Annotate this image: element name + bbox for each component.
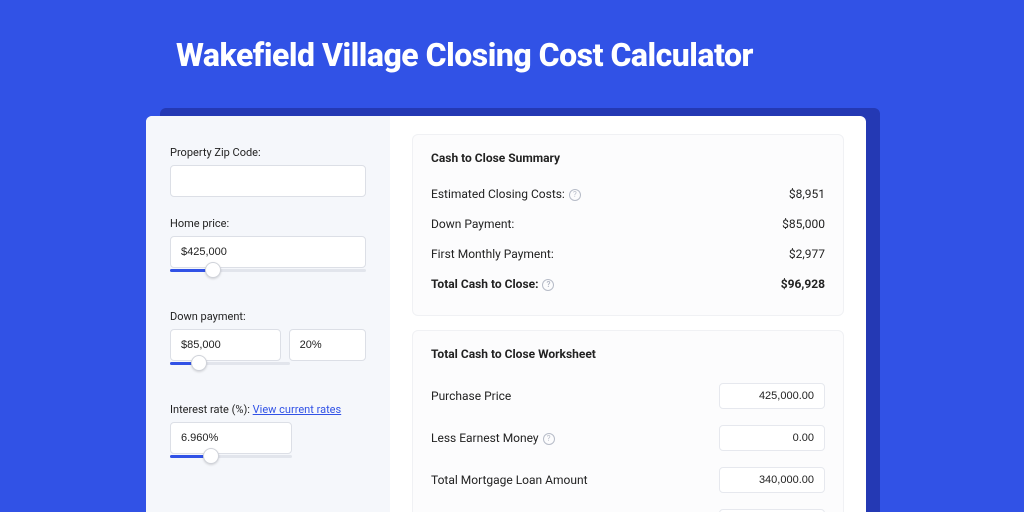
results-area: Cash to Close Summary Estimated Closing …: [390, 116, 866, 512]
down-payment-label: Down payment:: [170, 310, 366, 323]
summary-row-value: $85,000: [782, 217, 825, 231]
summary-card: Cash to Close Summary Estimated Closing …: [412, 134, 844, 316]
interest-label-text: Interest rate (%):: [170, 403, 250, 416]
field-zip: Property Zip Code:: [170, 146, 366, 197]
zip-label: Property Zip Code:: [170, 146, 366, 159]
page-title: Wakefield Village Closing Cost Calculato…: [0, 0, 1024, 74]
worksheet-row-label: Less Earnest Money?: [431, 431, 555, 445]
summary-row: Down Payment: $85,000: [431, 209, 825, 239]
calculator-panel: Property Zip Code: Home price: Down paym…: [146, 116, 866, 512]
worksheet-row-input[interactable]: [719, 425, 825, 451]
help-icon[interactable]: ?: [569, 189, 581, 201]
slider-thumb[interactable]: [205, 262, 221, 278]
down-payment-input[interactable]: [170, 329, 281, 361]
summary-heading: Cash to Close Summary: [431, 151, 825, 165]
slider-thumb[interactable]: [203, 448, 219, 464]
summary-row-value: $96,928: [781, 277, 825, 291]
worksheet-row: Total Mortgage Loan Amount: [431, 459, 825, 501]
summary-row-value: $2,977: [789, 247, 825, 261]
interest-slider[interactable]: [170, 454, 292, 476]
interest-input[interactable]: [170, 422, 292, 454]
interest-label: Interest rate (%): View current rates: [170, 403, 366, 416]
slider-thumb[interactable]: [191, 355, 207, 371]
summary-row: First Monthly Payment: $2,977: [431, 239, 825, 269]
summary-row-label: First Monthly Payment:: [431, 247, 554, 261]
inputs-sidebar: Property Zip Code: Home price: Down paym…: [146, 116, 390, 512]
summary-row-label: Estimated Closing Costs:?: [431, 187, 581, 201]
zip-input[interactable]: [170, 165, 366, 197]
help-icon[interactable]: ?: [543, 433, 555, 445]
view-rates-link[interactable]: View current rates: [253, 403, 342, 416]
worksheet-row-label: Total Mortgage Loan Amount: [431, 473, 588, 487]
down-payment-pct-input[interactable]: [289, 329, 366, 361]
worksheet-row: Total Second Mortgage Amount?: [431, 501, 825, 512]
summary-row: Estimated Closing Costs:? $8,951: [431, 179, 825, 209]
field-interest: Interest rate (%): View current rates: [170, 403, 366, 476]
summary-row-value: $8,951: [789, 187, 825, 201]
help-icon[interactable]: ?: [542, 279, 554, 291]
worksheet-heading: Total Cash to Close Worksheet: [431, 347, 825, 361]
home-price-input[interactable]: [170, 236, 366, 268]
summary-row-label: Down Payment:: [431, 217, 514, 231]
summary-row: Total Cash to Close:? $96,928: [431, 269, 825, 299]
summary-row-label: Total Cash to Close:?: [431, 277, 554, 291]
home-price-slider[interactable]: [170, 268, 366, 290]
home-price-label: Home price:: [170, 217, 366, 230]
worksheet-row-label: Purchase Price: [431, 389, 511, 403]
worksheet-row-input[interactable]: [719, 383, 825, 409]
down-payment-slider[interactable]: [170, 361, 290, 383]
worksheet-card: Total Cash to Close Worksheet Purchase P…: [412, 330, 844, 512]
field-home-price: Home price:: [170, 217, 366, 290]
worksheet-row-input[interactable]: [719, 467, 825, 493]
worksheet-row: Less Earnest Money?: [431, 417, 825, 459]
field-down-payment: Down payment:: [170, 310, 366, 383]
worksheet-row: Purchase Price: [431, 375, 825, 417]
